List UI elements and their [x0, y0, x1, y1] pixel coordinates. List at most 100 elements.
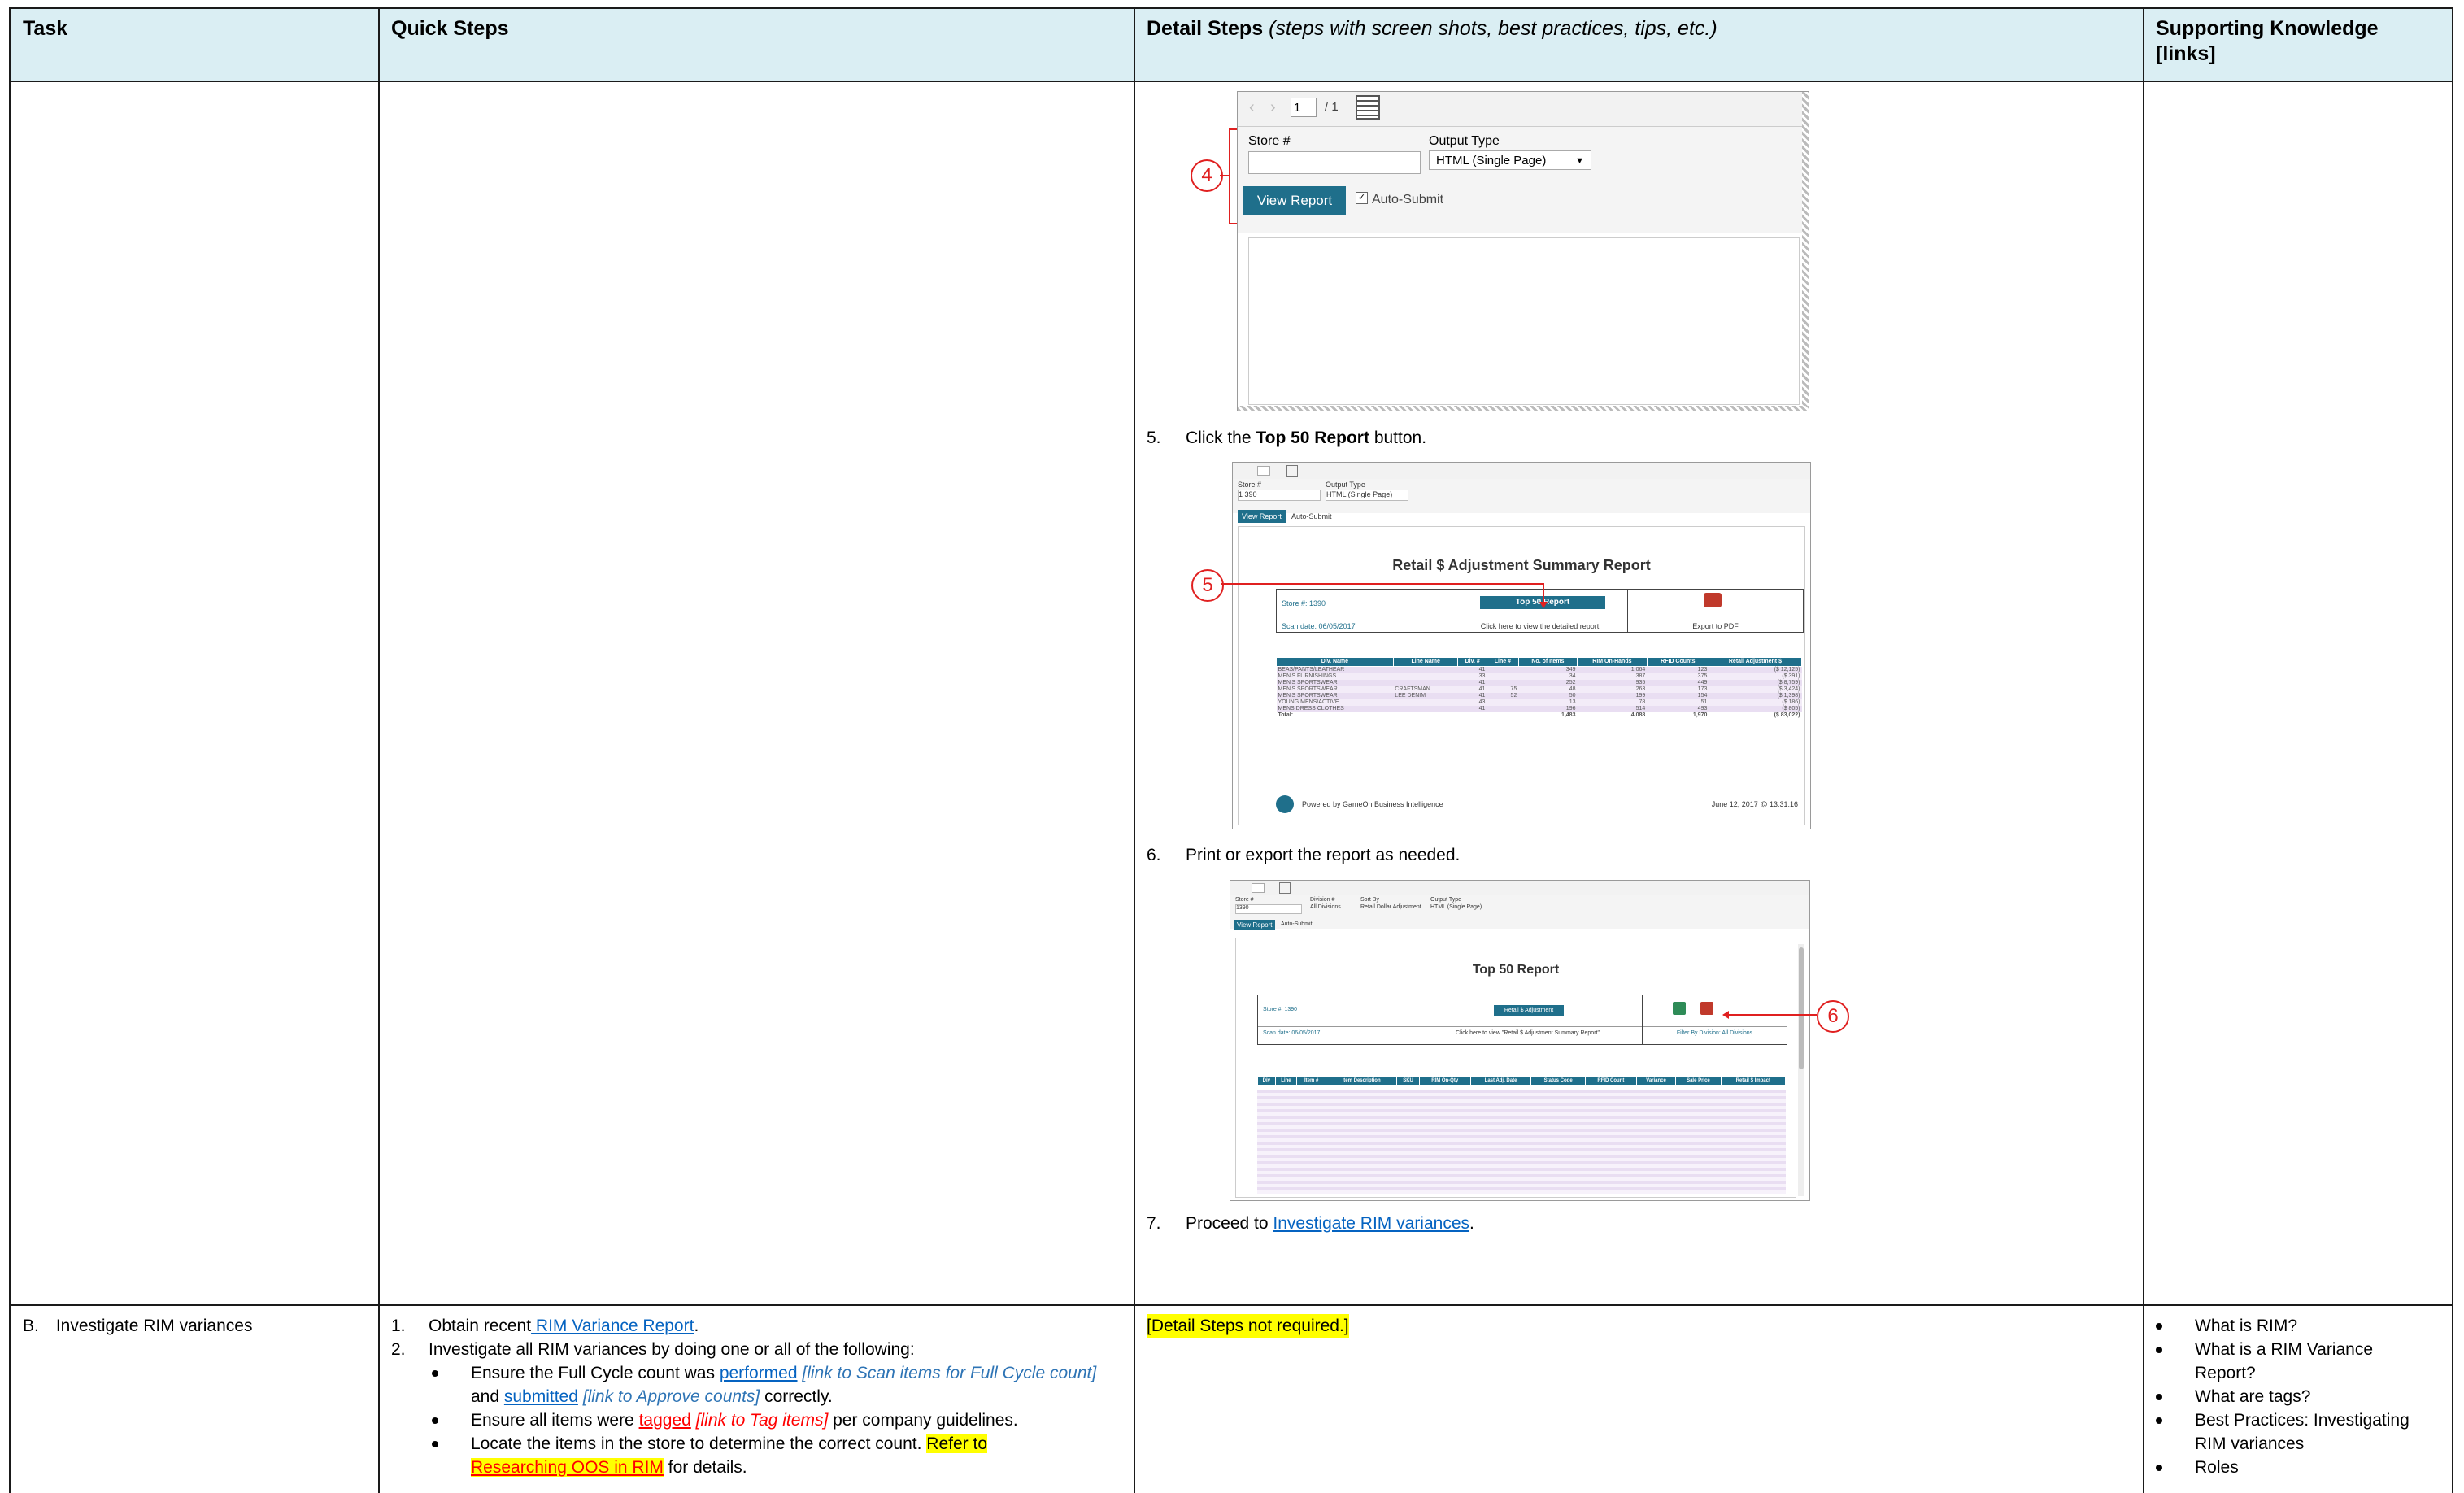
shot2-output-select[interactable]: HTML (Single Page)	[1326, 490, 1408, 501]
shot3-sort-select[interactable]: Retail Dollar Adjustment	[1360, 904, 1421, 910]
callout-4-connector	[1220, 175, 1229, 176]
support-item[interactable]: Roles	[2195, 1456, 2439, 1479]
shot2-table-cell	[1393, 680, 1458, 686]
shot2-auto-submit[interactable]: Auto-Submit	[1291, 512, 1332, 520]
shot2-col-header: No. of Items	[1517, 657, 1578, 667]
shot2-document-map-icon[interactable]	[1286, 465, 1298, 477]
shot2-table-cell	[1393, 699, 1458, 706]
support-item[interactable]: What is RIM?	[2195, 1314, 2439, 1338]
export-pdf-icon[interactable]	[1700, 1002, 1713, 1015]
shot2-table-cell: 78	[1639, 699, 1646, 705]
shot2-table-cell: ($ 8,759)	[1777, 680, 1800, 686]
shot3-division-label: Division #	[1310, 897, 1335, 903]
shot2-table-cell: CRAFTSMAN	[1395, 686, 1430, 692]
shot3-view-report-button[interactable]: View Report	[1234, 920, 1276, 930]
support-item[interactable]: What are tags?	[2195, 1385, 2439, 1408]
shot2-table-cell: Total:	[1278, 712, 1294, 718]
qs-2-bullet-1: Ensure the Full Cycle count was performe…	[471, 1361, 1121, 1408]
header-task: Task	[23, 17, 68, 40]
report-body-empty	[1248, 237, 1800, 405]
shot2-total-row: Total: 1,483 4,088 1,970 ($ 83,022)	[1276, 712, 1802, 719]
shot3-scan-date: Scan date: 06/05/2017	[1263, 1030, 1321, 1036]
shot3-report-title: Top 50 Report	[1472, 963, 1560, 977]
auto-submit-checkbox[interactable]: ✓	[1356, 192, 1368, 204]
shot3-toolbar	[1230, 881, 1809, 896]
screenshot-top-50-report: Store # 1390 Division # All Divisions So…	[1230, 880, 1810, 1201]
view-report-button[interactable]: View Report	[1243, 186, 1346, 215]
b1-after: correctly.	[760, 1387, 833, 1406]
shot3-store-label: Store #	[1235, 897, 1254, 903]
submitted-link[interactable]: submitted	[504, 1387, 578, 1406]
shot3-scrollbar[interactable]	[1798, 944, 1804, 1196]
shot2-store-label: Store #	[1238, 481, 1262, 489]
shot3-col-header: RIM On-Qty	[1418, 1077, 1471, 1086]
b1-note: [link to Scan items for Full Cycle count…	[797, 1364, 1097, 1382]
performed-link[interactable]: performed	[720, 1364, 798, 1382]
shot2-table-cell: 173	[1697, 686, 1708, 692]
export-pdf-icon[interactable]	[1704, 593, 1722, 607]
bullet-icon	[432, 1417, 438, 1424]
qs-2-text: Investigate all RIM variances by doing o…	[429, 1340, 915, 1359]
retail-adjustment-button[interactable]: Retail $ Adjustment	[1494, 1005, 1564, 1016]
shot2-table-cell: 4,088	[1630, 712, 1646, 718]
shot2-store-input[interactable]: 1 390	[1238, 490, 1321, 501]
shot3-output-select[interactable]: HTML (Single Page)	[1430, 904, 1482, 910]
shot2-report-title: Retail $ Adjustment Summary Report	[1392, 557, 1651, 573]
step-5-number: 5.	[1147, 429, 1161, 447]
shot3-page-box[interactable]	[1252, 883, 1265, 893]
shot3-table-rows-blur	[1257, 1090, 1786, 1194]
shot2-view-report-button[interactable]: View Report	[1238, 510, 1286, 523]
shot2-table-row: MEN'S SPORTSWEAR 41 252 935 449 ($ 8,759)	[1276, 680, 1802, 686]
rim-variance-report-link[interactable]: RIM Variance Report	[531, 1317, 694, 1335]
shot3-col-header: Retail $ Impact	[1720, 1077, 1787, 1086]
shot3-scrollbar-thumb[interactable]	[1799, 947, 1804, 1069]
shot3-header-row: Div Line Item # Item Description SKU RIM…	[1257, 1077, 1787, 1086]
investigate-rim-variances-link[interactable]: Investigate RIM variances	[1273, 1214, 1469, 1233]
shot2-col-header: RIM On-Hands	[1576, 657, 1648, 667]
support-item[interactable]: What is a RIM Variance Report?	[2195, 1338, 2398, 1385]
store-input[interactable]	[1248, 151, 1421, 174]
researching-oos-link[interactable]: Researching OOS in RIM	[471, 1458, 664, 1477]
shot2-scan-date: Scan date: 06/05/2017	[1282, 622, 1356, 630]
row-divider	[9, 1304, 2453, 1306]
callout-6: 6	[1817, 1000, 1849, 1033]
table-border-right	[2452, 7, 2453, 1493]
shot2-table-cell: 387	[1635, 673, 1646, 679]
shot3-auto-submit[interactable]: Auto-Submit	[1281, 921, 1313, 927]
shot2-table-cell: 935	[1635, 680, 1646, 686]
header-supporting-label: Supporting Knowledge	[2156, 17, 2379, 40]
next-page-icon[interactable]: ›	[1270, 98, 1276, 117]
shot3-info-divider-v2	[1642, 995, 1643, 1044]
shot2-table-cell: MEN'S SPORTSWEAR	[1278, 680, 1338, 686]
support-item[interactable]: Best Practices: Investigating RIM varian…	[2195, 1408, 2439, 1456]
shot2-powered-by: Powered by GameOn Business Intelligence	[1302, 800, 1443, 808]
bullet-icon	[2156, 1323, 2162, 1330]
shot3-division-select[interactable]: All Divisions	[1310, 904, 1341, 910]
export-excel-icon[interactable]	[1673, 1002, 1686, 1015]
shot3-col-header: SKU	[1396, 1077, 1420, 1086]
callout-6-line	[1727, 1014, 1817, 1016]
step-7-number: 7.	[1147, 1214, 1161, 1233]
b3-highlight: Refer to	[926, 1434, 987, 1453]
document-map-icon[interactable]	[1356, 95, 1380, 120]
shot2-table-cell: 51	[1700, 699, 1708, 705]
shot3-col-header: Sale Price	[1675, 1077, 1722, 1086]
output-type-select[interactable]: HTML (Single Page) ▼	[1429, 150, 1591, 170]
shot2-table-cell: 34	[1569, 673, 1576, 679]
shot2-table-cell: LEE DENIM	[1395, 693, 1426, 699]
shot3-table-head: Div Line Item # Item Description SKU RIM…	[1257, 1077, 1787, 1086]
shot3-document-map-icon[interactable]	[1279, 882, 1291, 894]
shot2-page-box[interactable]	[1257, 466, 1270, 476]
shot2-col-header: Line #	[1486, 657, 1519, 667]
callout-5: 5	[1191, 569, 1224, 602]
prev-page-icon[interactable]: ‹	[1249, 98, 1255, 117]
shot2-table-head: Div. Name Line Name Div. # Line # No. of…	[1276, 657, 1803, 667]
shot2-click-text: Click here to view the detailed report	[1480, 622, 1600, 630]
shot3-store-input[interactable]: 1390	[1235, 904, 1302, 914]
page-number-box[interactable]: 1	[1291, 98, 1317, 117]
step-7-after: .	[1469, 1214, 1474, 1233]
shot2-table-cell: 48	[1569, 686, 1576, 692]
screenshot-retail-adjustment-summary: Store # 1 390 Output Type HTML (Single P…	[1232, 462, 1811, 829]
tagged-link[interactable]: tagged	[639, 1411, 691, 1430]
chevron-down-icon: ▼	[1575, 156, 1584, 166]
